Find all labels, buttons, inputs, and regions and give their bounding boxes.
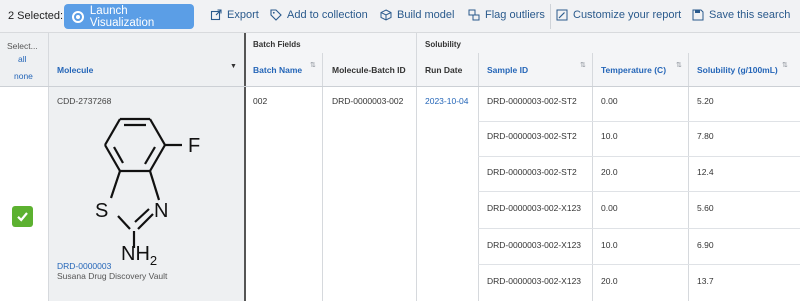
row-divider: [478, 228, 800, 229]
solubility-value: 13.7: [697, 276, 714, 286]
run-date-link[interactable]: 2023-10-04: [425, 96, 468, 106]
temperature-value: 10.0: [601, 131, 618, 141]
molecule-batch-id-value: DRD-0000003-002: [332, 96, 404, 106]
sample-id: DRD-0000003-002-ST2: [487, 131, 577, 141]
cube-icon: [380, 9, 392, 21]
amine-label: NH2: [121, 243, 157, 268]
toolbar-divider: [550, 4, 551, 29]
add-to-collection-button[interactable]: Add to collection: [270, 9, 368, 21]
nitrogen-label: N: [154, 200, 168, 222]
checkmark-icon: [17, 212, 28, 222]
sort-icon[interactable]: ⇅: [580, 61, 586, 69]
vault-name: Susana Drug Discovery Vault: [57, 271, 168, 281]
column-divider: [322, 53, 323, 301]
column-header-sample-id[interactable]: Sample ID: [487, 53, 528, 86]
add-to-collection-label: Add to collection: [287, 9, 368, 21]
customize-report-label: Customize your report: [573, 9, 682, 21]
row-divider: [478, 191, 800, 192]
frozen-divider: [244, 33, 246, 301]
molecule-structure: F S N: [95, 117, 200, 248]
flag-outliers-button[interactable]: Flag outliers: [468, 9, 545, 21]
sample-id: DRD-0000003-002-ST2: [487, 167, 577, 177]
column-divider: [48, 33, 49, 301]
sort-desc-icon[interactable]: ▼: [230, 63, 237, 70]
sample-id: DRD-0000003-002-X123: [487, 240, 582, 250]
save-search-label: Save this search: [709, 9, 791, 21]
save-search-button[interactable]: Save this search: [692, 9, 790, 21]
temperature-value: 20.0: [601, 167, 618, 177]
temperature-value: 20.0: [601, 276, 618, 286]
sample-id: DRD-0000003-002-ST2: [487, 96, 577, 106]
column-header-molecule-batch-id[interactable]: Molecule-Batch ID: [332, 53, 406, 86]
sort-icon[interactable]: ⇅: [782, 61, 788, 69]
solubility-value: 5.60: [697, 203, 714, 213]
row-checkbox[interactable]: [12, 206, 33, 227]
select-label: Select...: [7, 41, 38, 51]
launch-visualization-button[interactable]: Launch Visualization: [64, 4, 194, 29]
sample-id: DRD-0000003-002-X123: [487, 276, 582, 286]
sample-id: DRD-0000003-002-X123: [487, 203, 582, 213]
fluorine-label: F: [188, 135, 200, 157]
save-icon: [692, 9, 704, 21]
customize-report-button[interactable]: Customize your report: [556, 9, 681, 21]
action-toolbar: 2 Selected: Launch Visualization Export …: [0, 0, 800, 33]
select-all-link[interactable]: all: [18, 54, 27, 64]
visualization-icon: [72, 10, 84, 23]
row-divider: [478, 156, 800, 157]
sort-icon[interactable]: ⇅: [310, 61, 316, 69]
tag-icon: [270, 9, 282, 21]
solubility-value: 12.4: [697, 167, 714, 177]
batch-name-value: 002: [253, 96, 268, 106]
customize-icon: [556, 9, 568, 21]
column-header-molecule[interactable]: Molecule: [57, 53, 93, 86]
column-divider: [416, 33, 417, 301]
export-icon: [210, 9, 222, 21]
launch-visualization-label: Launch Visualization: [89, 4, 155, 29]
solubility-value: 5.20: [697, 96, 714, 106]
temperature-value: 0.00: [601, 96, 618, 106]
temperature-value: 0.00: [601, 203, 618, 213]
export-button[interactable]: Export: [210, 9, 259, 21]
sort-icon[interactable]: ⇅: [676, 61, 682, 69]
build-model-button[interactable]: Build model: [380, 9, 454, 21]
amine-subscript: 2: [149, 253, 158, 268]
amine-nh: NH: [121, 243, 150, 265]
molecule-link[interactable]: DRD-0000003: [57, 261, 111, 271]
select-none-link[interactable]: none: [14, 71, 33, 81]
selected-count: 2 Selected:: [8, 10, 64, 22]
export-label: Export: [227, 9, 259, 21]
row-divider: [478, 264, 800, 265]
flag-outliers-label: Flag outliers: [485, 9, 545, 21]
temperature-value: 10.0: [601, 240, 618, 250]
header-divider: [0, 86, 800, 87]
column-header-run-date[interactable]: Run Date: [425, 53, 462, 86]
column-header-solubility[interactable]: Solubility (g/100mL): [697, 53, 778, 86]
column-header-temperature[interactable]: Temperature (C): [601, 53, 666, 86]
solubility-value: 7.80: [697, 131, 714, 141]
column-header-batch-name[interactable]: Batch Name: [253, 53, 302, 86]
results-grid: Select... all none Batch Fields Solubili…: [0, 33, 800, 301]
row-divider: [478, 121, 800, 122]
solubility-value: 6.90: [697, 240, 714, 250]
flag-outliers-icon: [468, 9, 480, 21]
build-model-label: Build model: [397, 9, 455, 21]
sulfur-label: S: [95, 200, 108, 222]
